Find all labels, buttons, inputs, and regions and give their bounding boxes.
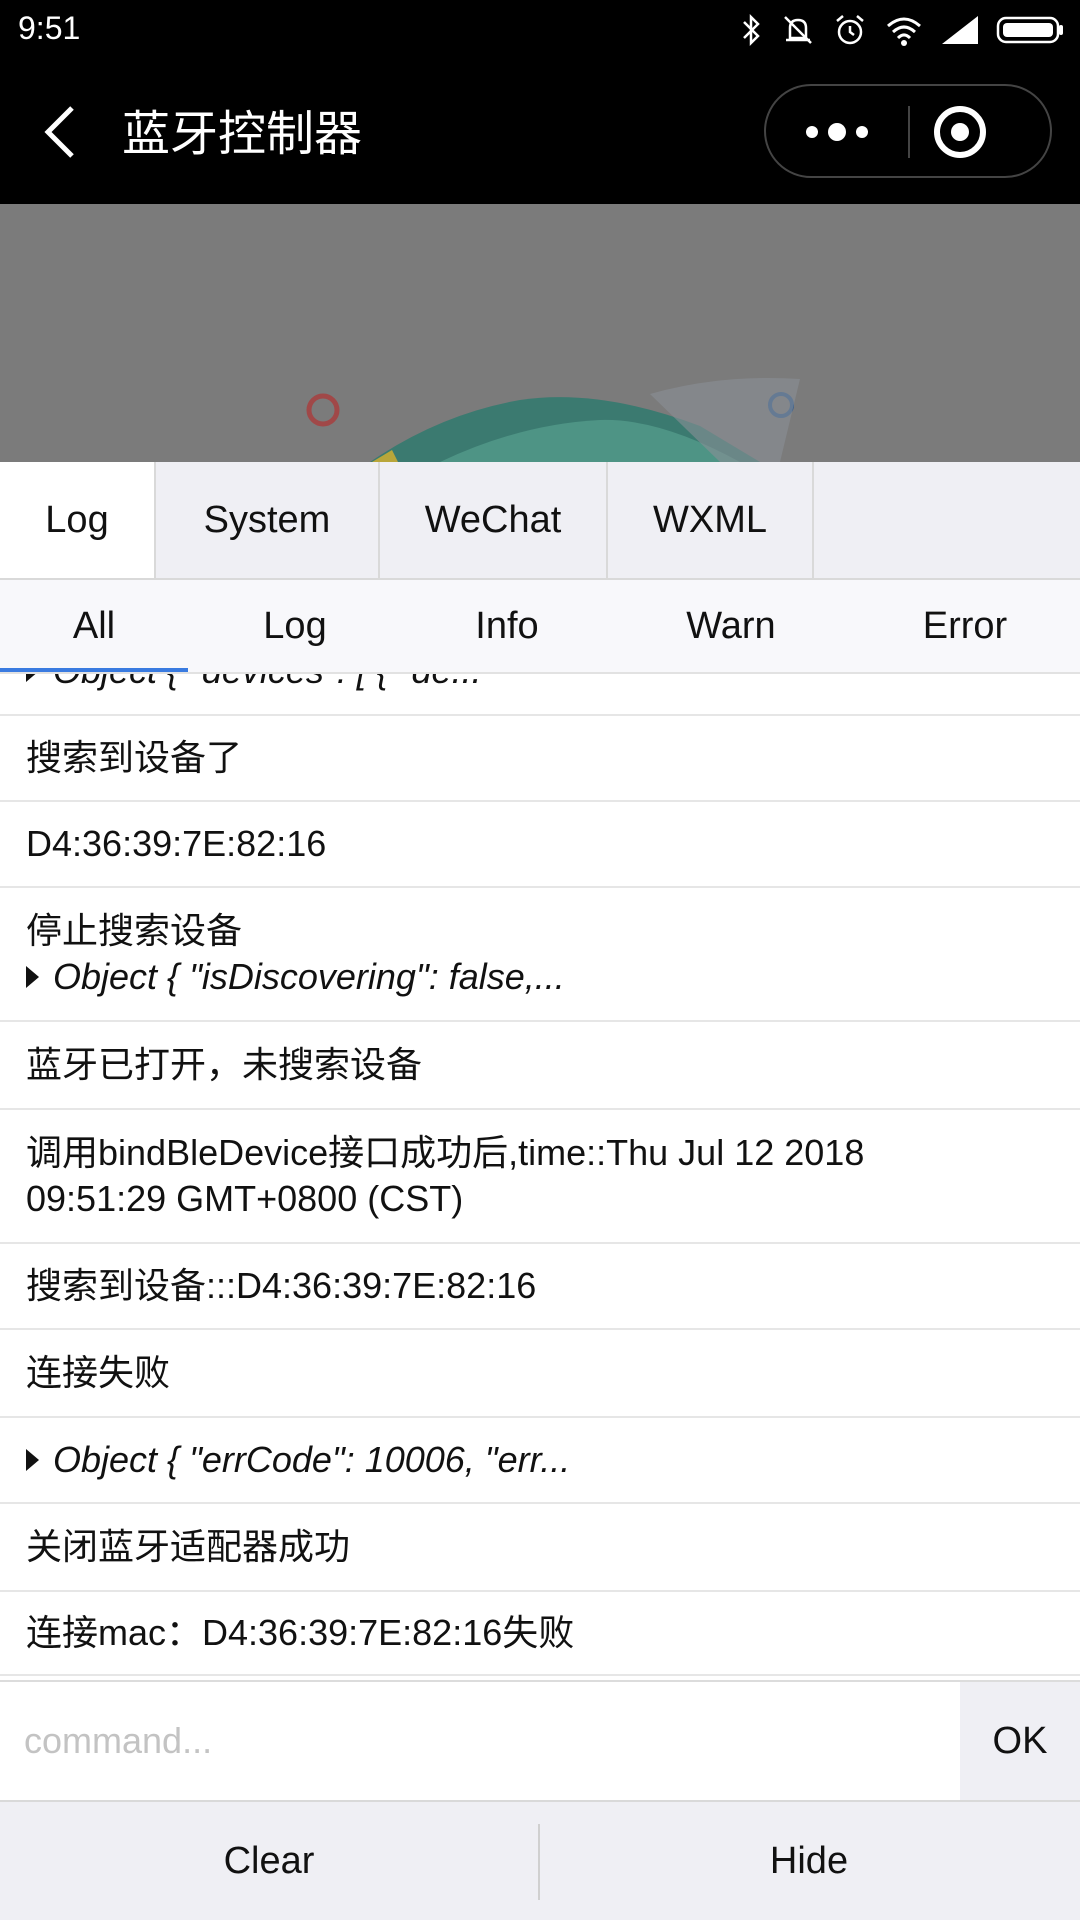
hide-button[interactable]: Hide	[540, 1802, 1078, 1920]
log-item: D4:36:39:7E:82:16	[0, 802, 1080, 888]
filter-all[interactable]: All	[0, 580, 188, 672]
log-item: Object { "errCode": 10006, "err...	[0, 1418, 1080, 1504]
signal-icon	[940, 12, 980, 48]
log-object[interactable]: Object { "isDiscovering": false,...	[26, 954, 1054, 1000]
log-text: 停止搜索设备	[26, 910, 243, 951]
filter-error[interactable]: Error	[870, 580, 1060, 672]
filter-log[interactable]: Log	[200, 580, 390, 672]
log-text: 调用bindBleDevice接口成功后,time::Thu Jul 12 20…	[26, 1132, 865, 1173]
dimmed-page-background	[0, 204, 1080, 462]
status-icons	[740, 12, 1066, 48]
tab-system[interactable]: System	[156, 462, 380, 578]
log-text: 连接失败	[26, 1352, 171, 1393]
log-item: 搜索到设备:::D4:36:39:7E:82:16	[0, 1244, 1080, 1330]
log-text: 搜索到设备:::D4:36:39:7E:82:16	[26, 1265, 537, 1306]
ok-button[interactable]: OK	[960, 1682, 1080, 1800]
filter-warn[interactable]: Warn	[636, 580, 826, 672]
log-text: 蓝牙已打开，未搜索设备	[26, 1044, 423, 1085]
tab-log[interactable]: Log	[0, 462, 156, 578]
log-text: 关闭蓝牙适配器成功	[26, 1526, 351, 1567]
clear-button[interactable]: Clear	[0, 1802, 538, 1920]
bluetooth-icon	[740, 12, 764, 48]
expand-triangle-icon[interactable]	[26, 1449, 39, 1471]
chevron-left-icon[interactable]	[36, 100, 86, 164]
log-text: 连接mac：D4:36:39:7E:82:16失败	[26, 1612, 575, 1653]
log-item: 连接失败	[0, 1330, 1080, 1418]
log-text-continued: 09:51:29 GMT+0800 (CST)	[26, 1178, 464, 1219]
command-input[interactable]	[0, 1682, 960, 1800]
tab-wechat[interactable]: WeChat	[380, 462, 608, 578]
page-title: 蓝牙控制器	[122, 106, 363, 162]
log-text: 搜索到设备了	[26, 737, 243, 778]
expand-triangle-icon[interactable]	[26, 674, 39, 682]
log-item: 搜索到设备了	[0, 716, 1080, 802]
log-text: D4:36:39:7E:82:16	[26, 823, 327, 864]
tab-wxml[interactable]: WXML	[608, 462, 814, 578]
log-list[interactable]: Object { "devices": [ { "de... 搜索到设备了 D4…	[0, 674, 1080, 1680]
log-item: 关闭蓝牙适配器成功	[0, 1504, 1080, 1592]
status-bar: 9:51	[0, 0, 1080, 62]
capsule-menu	[764, 84, 1052, 178]
log-item: 连接mac：D4:36:39:7E:82:16失败	[0, 1592, 1080, 1676]
mute-icon	[780, 12, 816, 48]
log-object[interactable]: Object { "devices": [ { "de...	[26, 674, 482, 694]
wifi-icon	[884, 12, 924, 48]
battery-icon	[996, 12, 1066, 48]
background-illustration	[306, 378, 800, 462]
console-toolbar: Clear Hide	[0, 1800, 1080, 1920]
alarm-icon	[832, 12, 868, 48]
log-item: 蓝牙已打开，未搜索设备	[0, 1022, 1080, 1110]
log-filter-bar: All Log Info Warn Error	[0, 580, 1080, 674]
console-tabs: Log System WeChat WXML	[0, 462, 1080, 580]
log-item[interactable]: Object { "devices": [ { "de...	[0, 674, 1080, 716]
log-object[interactable]: Object { "errCode": 10006, "err...	[26, 1437, 1054, 1483]
nav-bar: 蓝牙控制器	[0, 62, 1080, 204]
more-dots-icon[interactable]	[766, 86, 908, 176]
filter-info[interactable]: Info	[412, 580, 602, 672]
log-item: 停止搜索设备 Object { "isDiscovering": false,.…	[0, 888, 1080, 1022]
miniprogram-close-icon[interactable]	[910, 86, 1052, 176]
command-bar: OK	[0, 1680, 1080, 1800]
log-item: 调用bindBleDevice接口成功后,time::Thu Jul 12 20…	[0, 1110, 1080, 1244]
expand-triangle-icon[interactable]	[26, 966, 39, 988]
status-time: 9:51	[18, 10, 81, 46]
active-filter-indicator	[0, 668, 188, 672]
